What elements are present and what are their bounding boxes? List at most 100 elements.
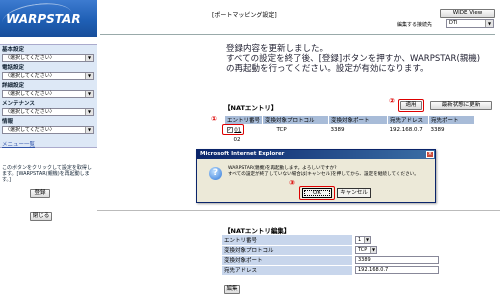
- scope-select[interactable]: DTI ▼: [446, 19, 494, 28]
- sidebar-note: このボタンをクリックして設定を取得します。[WARPSTAR(親機)を再起動しま…: [2, 165, 92, 183]
- update-notice: 登録内容を更新しました。 すべての設定を終了後、[登録]ボタンを押すか、WARP…: [226, 44, 480, 74]
- dialog-message-line-2: すべての設定が終了していない場合は[キャンセル]を押してから、設定を継続してくだ…: [228, 172, 419, 177]
- col-port: 変換対象ポート: [328, 115, 389, 125]
- apply-highlight: [398, 99, 424, 112]
- dialog-titlebar: Microsoft Internet Explorer ×: [197, 150, 435, 159]
- sidebar: WARPSTAR 基本設定 〈選択してください〉 ▼ 電話設定 〈選択してくださ…: [0, 0, 97, 298]
- marker-three: ③: [289, 179, 295, 187]
- entry-no-cell[interactable]: 02: [225, 135, 263, 145]
- chevron-down-icon: ▼: [364, 237, 370, 243]
- edit-row: 変換対象プロトコル TCP ▼: [222, 245, 462, 256]
- col-dest-address: 宛先アドレス: [387, 115, 430, 125]
- col-dest-port: 宛先ポート: [428, 115, 476, 125]
- logo-text: WARPSTAR: [6, 12, 81, 26]
- menu-label-basic: 基本設定: [2, 47, 25, 53]
- edit-row: 変換対象ポート 3389: [222, 255, 462, 266]
- marker-two: ②: [389, 97, 395, 105]
- register-button[interactable]: 登録: [30, 189, 50, 198]
- protocol-cell: [263, 135, 329, 145]
- chevron-down-icon: ▼: [85, 91, 93, 97]
- menu-label-phone: 電話設定: [2, 65, 25, 71]
- edit-row: エントリ番号 1 ▼: [222, 235, 462, 246]
- menu-group-maintenance: メンテナンス 〈選択してください〉 ▼: [2, 101, 94, 116]
- edit-label-port: 変換対象ポート: [222, 255, 352, 266]
- menu-group-basic: 基本設定 〈選択してください〉 ▼: [2, 47, 94, 62]
- menu-select-value: 〈選択してください〉: [5, 55, 55, 61]
- dest-port-cell: [429, 135, 475, 145]
- dest-address-cell: [388, 135, 429, 145]
- table-header-row: エントリ番号 変換対象プロトコル 変換対象ポート 宛先アドレス 宛先ポート: [223, 115, 476, 125]
- menu-select-basic[interactable]: 〈選択してください〉 ▼: [2, 54, 94, 62]
- chevron-down-icon: ▼: [85, 55, 93, 61]
- chevron-down-icon: ▼: [485, 20, 493, 27]
- dest-port-cell: 3389: [430, 126, 445, 133]
- menu-group-advanced: 詳細設定 〈選択してください〉 ▼: [2, 83, 94, 98]
- ok-highlight: [299, 186, 335, 200]
- protocol-select-value: TCP: [358, 247, 368, 253]
- question-icon: ?: [209, 167, 222, 180]
- notice-line-2: すべての設定を終了後、[登録]ボタンを押すか、WARPSTAR(親機): [226, 54, 481, 64]
- menu-label-info: 情報: [2, 119, 14, 125]
- menu-group-info: 情報 〈選択してください〉 ▼: [2, 119, 94, 134]
- menu-select-value: 〈選択してください〉: [5, 73, 55, 79]
- col-protocol: 変換対象プロトコル: [262, 115, 330, 125]
- confirm-dialog: Microsoft Internet Explorer × ? WARPSTAR…: [196, 149, 436, 203]
- menu-select-phone[interactable]: 〈選択してください〉 ▼: [2, 72, 94, 80]
- dialog-title: Microsoft Internet Explorer: [200, 151, 285, 157]
- edit-value-cell: 192.168.0.7: [352, 265, 462, 275]
- page-title: [ポートマッピング設定]: [212, 12, 277, 19]
- nat-edit-title: 【NATエントリ編集】: [224, 227, 291, 235]
- edit-button[interactable]: 編集: [224, 285, 240, 294]
- section-divider: [97, 210, 500, 211]
- dialog-message: WARPSTAR(親機)を再起動します。よろしいですか? すべての設定が終了して…: [228, 166, 419, 178]
- menu-label-advanced: 詳細設定: [2, 83, 25, 89]
- menu-label-maintenance: メンテナンス: [2, 101, 35, 107]
- protocol-cell: TCP: [276, 126, 287, 133]
- entry-no-select[interactable]: 1 ▼: [355, 236, 371, 244]
- nat-entry-title: 【NATエントリ】: [224, 104, 278, 112]
- close-icon[interactable]: ×: [426, 151, 434, 158]
- refresh-button[interactable]: 最新状態に更新: [430, 101, 492, 110]
- scope-select-value: DTI: [449, 20, 458, 26]
- dest-address-input[interactable]: 192.168.0.7: [355, 266, 439, 274]
- edit-label-entry-no: エントリ番号: [222, 235, 352, 246]
- chevron-down-icon: ▼: [85, 73, 93, 79]
- row-highlight: [222, 124, 244, 135]
- wide-view-button[interactable]: WIDE View: [440, 9, 495, 18]
- menu-select-advanced[interactable]: 〈選択してください〉 ▼: [2, 90, 94, 98]
- menu-select-maintenance[interactable]: 〈選択してください〉 ▼: [2, 108, 94, 116]
- edit-value-cell: 1 ▼: [352, 235, 462, 245]
- table-row[interactable]: 02: [225, 135, 475, 145]
- port-cell: 3389: [330, 126, 345, 133]
- menu-list-link[interactable]: メニュー一覧: [2, 140, 35, 148]
- cancel-button[interactable]: キャンセル: [337, 188, 371, 198]
- edit-value-cell: 3389: [352, 255, 462, 265]
- edit-value-cell: TCP ▼: [352, 245, 462, 255]
- marker-one: ①: [211, 115, 217, 123]
- chevron-down-icon: ▼: [85, 127, 93, 133]
- dest-address-cell: 192.168.0.7: [389, 126, 423, 133]
- chevron-down-icon: ▼: [370, 247, 376, 253]
- table-row[interactable]: ✓ 01 TCP 3389 192.168.0.7 3389: [225, 125, 475, 135]
- notice-line-1: 登録内容を更新しました。: [226, 44, 329, 54]
- edit-row: 宛先アドレス 192.168.0.7: [222, 265, 462, 276]
- edit-label-dest-address: 宛先アドレス: [222, 265, 352, 276]
- notice-line-3: の再起動を行ってください。設定が有効になります。: [226, 64, 429, 74]
- chevron-down-icon: ▼: [85, 109, 93, 115]
- menu-select-value: 〈選択してください〉: [5, 91, 55, 97]
- port-input[interactable]: 3389: [355, 256, 439, 264]
- entry-no-select-value: 1: [358, 237, 362, 243]
- scope-label: 編集する接続先: [397, 22, 433, 28]
- menu-select-value: 〈選択してください〉: [5, 109, 55, 115]
- warpstar-logo: WARPSTAR: [0, 0, 97, 37]
- nat-entry-table: エントリ番号 変換対象プロトコル 変換対象ポート 宛先アドレス 宛先ポート ✓ …: [223, 115, 476, 145]
- port-cell: [329, 135, 388, 145]
- nat-edit-table: エントリ番号 1 ▼ 変換対象プロトコル TCP ▼ 変換対象ポート 3389 …: [222, 235, 462, 276]
- menu-group-phone: 電話設定 〈選択してください〉 ▼: [2, 65, 94, 80]
- protocol-select[interactable]: TCP ▼: [355, 246, 377, 254]
- sidebar-menu: 基本設定 〈選択してください〉 ▼ 電話設定 〈選択してください〉 ▼ 詳細設定…: [0, 44, 97, 148]
- edit-label-protocol: 変換対象プロトコル: [222, 245, 352, 256]
- close-button[interactable]: 閉じる: [30, 212, 52, 221]
- header-divider: [100, 34, 495, 35]
- menu-select-info[interactable]: 〈選択してください〉 ▼: [2, 126, 94, 134]
